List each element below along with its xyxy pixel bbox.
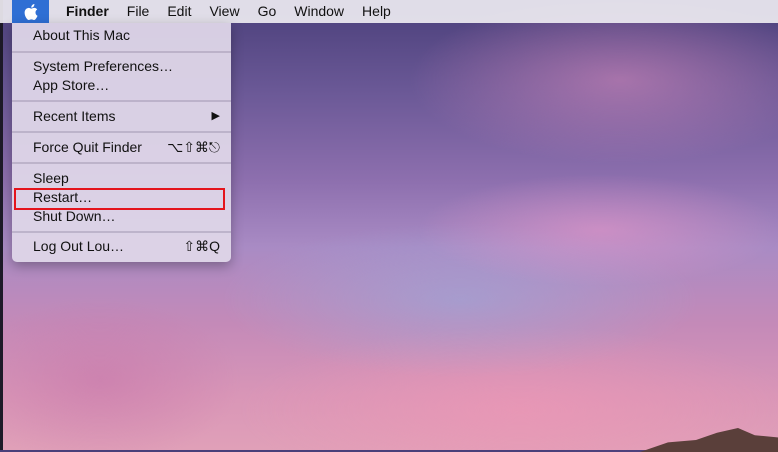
restart-highlight-box [14, 188, 225, 210]
mountain-silhouette [640, 428, 778, 452]
menu-file[interactable]: File [118, 0, 159, 23]
menu-separator [12, 131, 231, 133]
menu-item-label: Log Out Lou… [33, 238, 125, 254]
menu-go[interactable]: Go [249, 0, 286, 23]
menu-item-force-quit[interactable]: Force Quit Finder ⌥⇧⌘⎋ [12, 138, 231, 157]
menu-item-sleep[interactable]: Sleep [12, 169, 231, 188]
menu-item-system-preferences[interactable]: System Preferences… [12, 57, 231, 76]
shortcut-label: ⇧⌘Q [183, 238, 220, 254]
shortcut-label: ⌥⇧⌘⎋ [167, 139, 220, 155]
menu-item-label: System Preferences… [33, 58, 174, 74]
menu-item-log-out[interactable]: Log Out Lou… ⇧⌘Q [12, 237, 231, 256]
menu-separator [12, 231, 231, 233]
menu-view[interactable]: View [200, 0, 248, 23]
menu-window[interactable]: Window [285, 0, 353, 23]
menu-separator [12, 51, 231, 53]
menu-finder[interactable]: Finder [57, 0, 118, 23]
apple-menu-button[interactable] [12, 0, 49, 23]
menu-item-label: Shut Down… [33, 208, 116, 224]
menu-help[interactable]: Help [353, 0, 400, 23]
menu-item-recent-items[interactable]: Recent Items ▶ [12, 107, 231, 126]
menu-item-label: Force Quit Finder [33, 139, 142, 155]
menu-bar: Finder File Edit View Go Window Help [0, 0, 778, 23]
menu-item-app-store[interactable]: App Store… [12, 76, 231, 95]
screen-edge [0, 0, 3, 450]
menu-item-label: App Store… [33, 77, 110, 93]
menu-separator [12, 100, 231, 102]
menu-separator [12, 162, 231, 164]
menu-item-label: About This Mac [33, 27, 131, 43]
apple-logo-icon [24, 3, 37, 20]
menu-item-label: Recent Items [33, 108, 116, 124]
submenu-arrow-icon: ▶ [211, 110, 220, 122]
menu-edit[interactable]: Edit [158, 0, 200, 23]
menu-item-label: Sleep [33, 170, 69, 186]
apple-dropdown-menu: About This Mac System Preferences… App S… [12, 23, 231, 262]
menu-item-about[interactable]: About This Mac [12, 26, 231, 45]
